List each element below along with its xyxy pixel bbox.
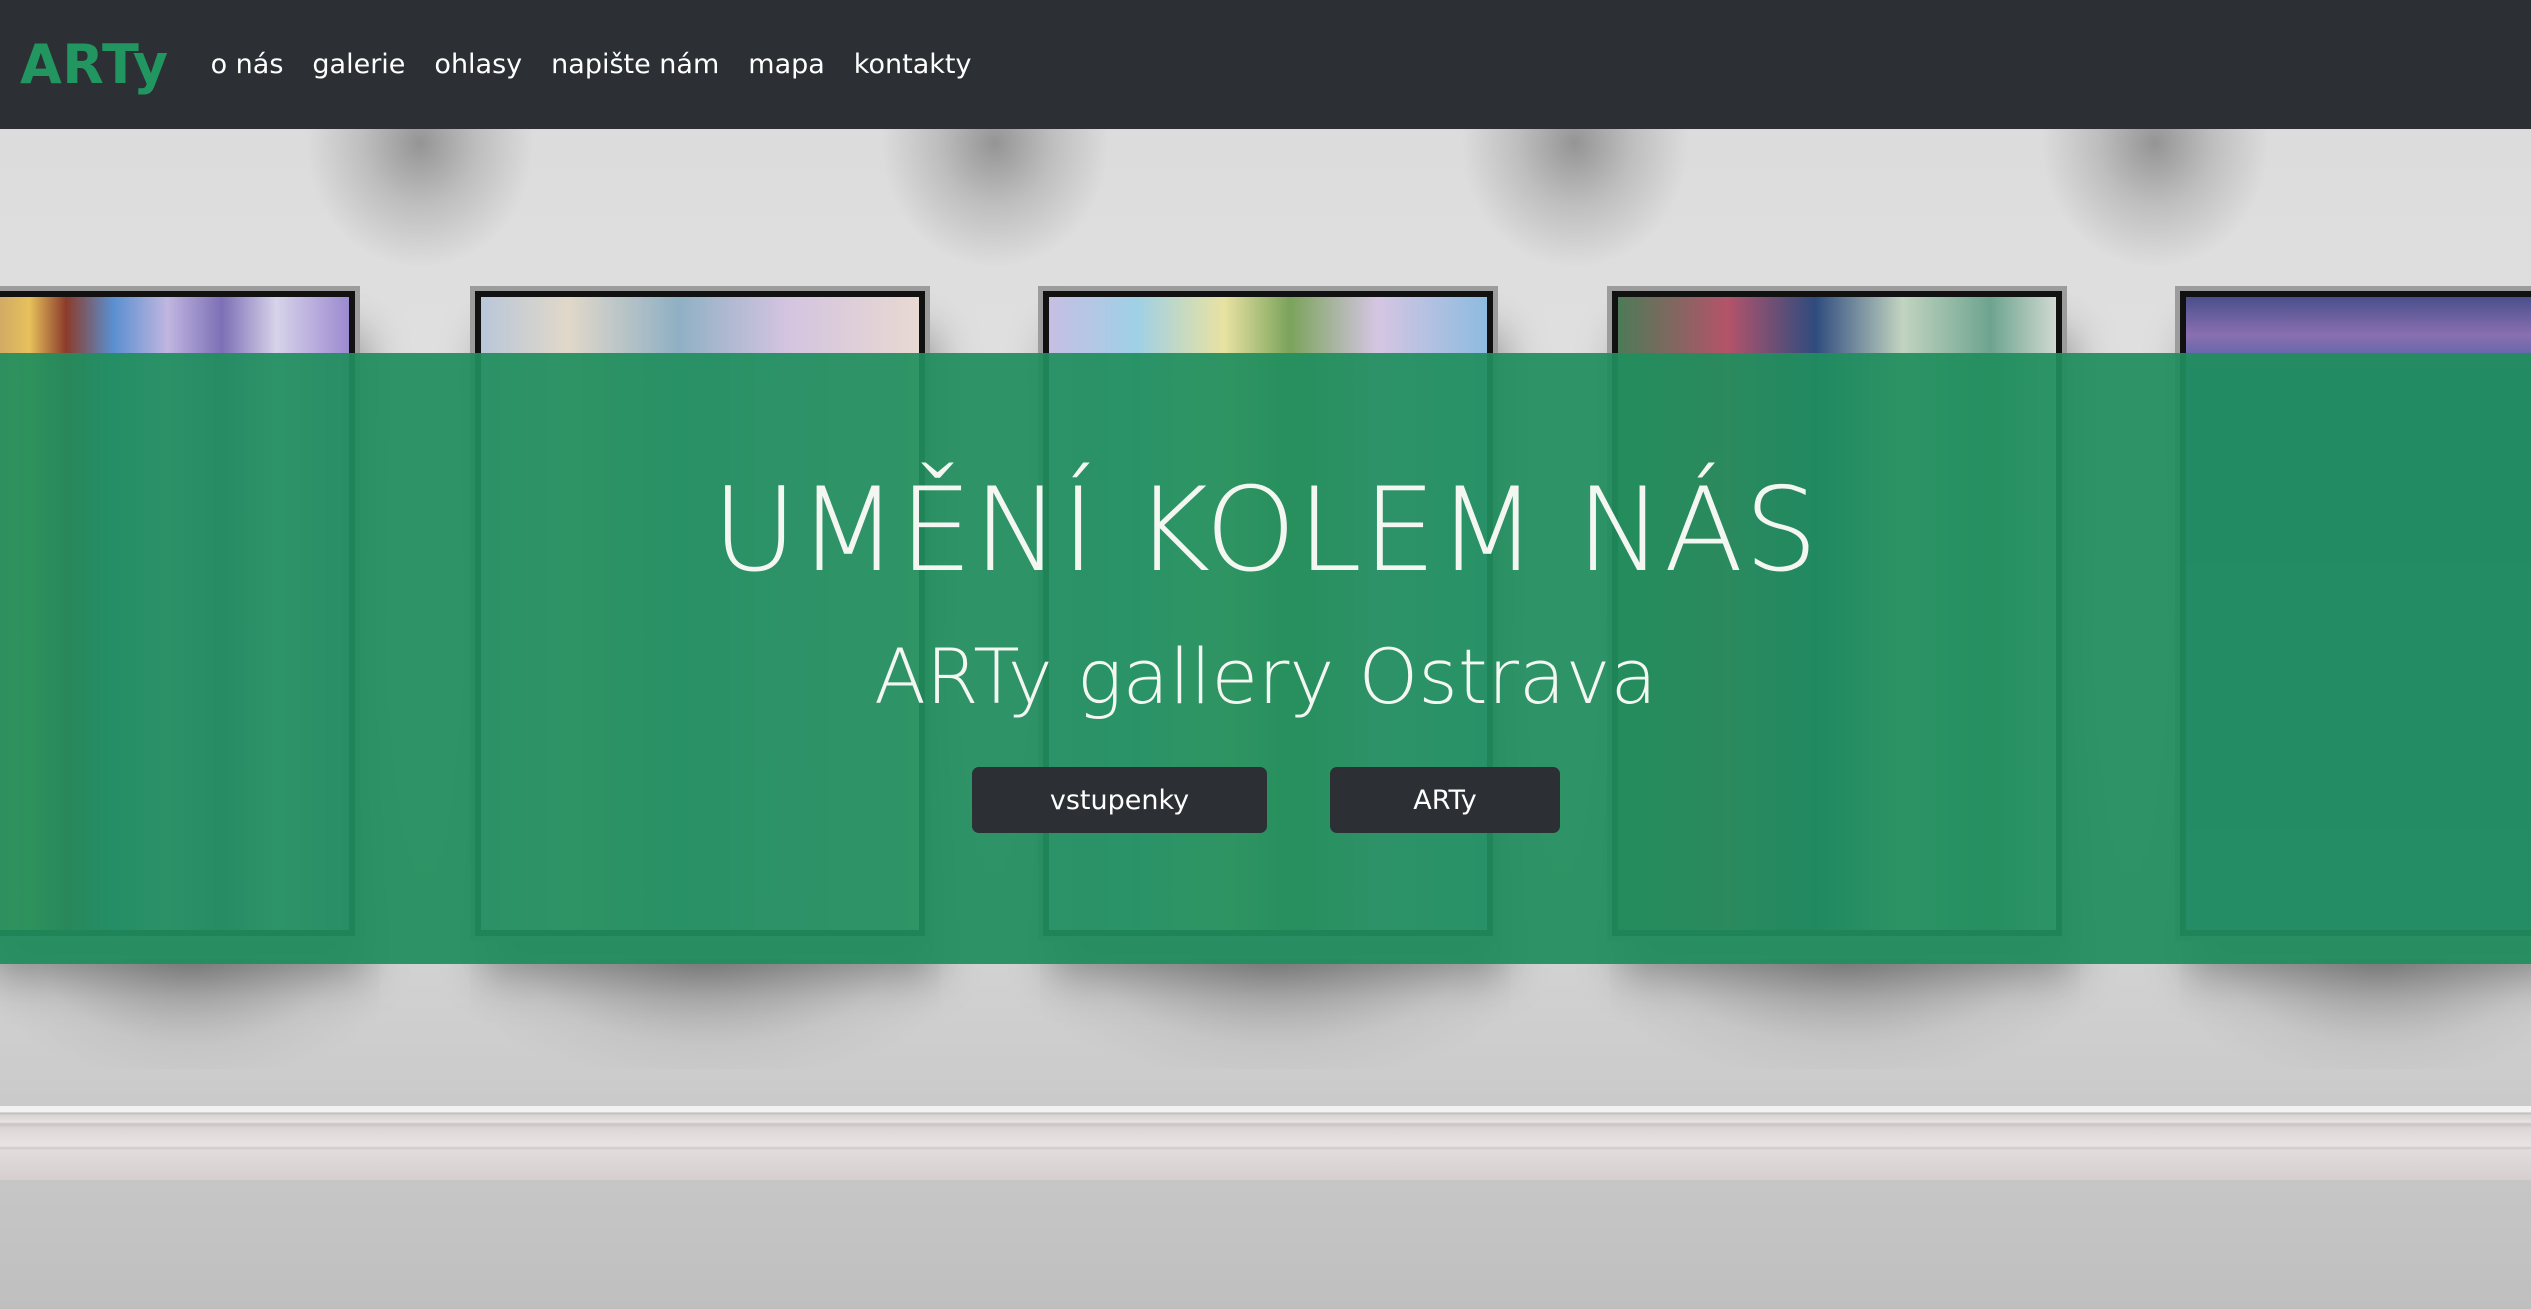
frame-floor-shadow <box>1040 959 1510 1069</box>
brand-logo-link[interactable]: ARTy <box>20 33 169 96</box>
frame-floor-shadow <box>2180 959 2531 1069</box>
spotlight-shadow <box>880 129 1110 269</box>
spotlight-shadow <box>1460 129 1690 269</box>
nav-item-o-nas[interactable]: o nás <box>211 49 284 80</box>
nav-item-napiste-nam[interactable]: napište nám <box>551 49 719 80</box>
nav-item-kontakty[interactable]: kontakty <box>854 49 972 80</box>
wall-baseboard <box>0 1106 2531 1180</box>
nav-item-mapa[interactable]: mapa <box>748 49 825 80</box>
arty-button[interactable]: ARTy <box>1330 767 1560 833</box>
top-navbar: ARTy o nás galerie ohlasy napište nám ma… <box>0 0 2531 129</box>
frame-floor-shadow <box>1610 959 2080 1069</box>
hero-banner: UMĚNÍ KOLEM NÁS ARTy gallery Ostrava vst… <box>0 353 2531 964</box>
tickets-button[interactable]: vstupenky <box>972 767 1267 833</box>
hero-subtitle: ARTy gallery Ostrava <box>873 632 1658 721</box>
nav-item-galerie[interactable]: galerie <box>312 49 405 80</box>
frame-floor-shadow <box>470 959 940 1069</box>
nav-item-ohlasy[interactable]: ohlasy <box>434 49 522 80</box>
hero-button-group: vstupenky ARTy <box>0 767 2531 833</box>
spotlight-shadow <box>305 129 535 269</box>
frame-floor-shadow <box>0 959 380 1069</box>
hero-title: UMĚNÍ KOLEM NÁS <box>712 463 1819 598</box>
spotlight-shadow <box>2040 129 2270 269</box>
